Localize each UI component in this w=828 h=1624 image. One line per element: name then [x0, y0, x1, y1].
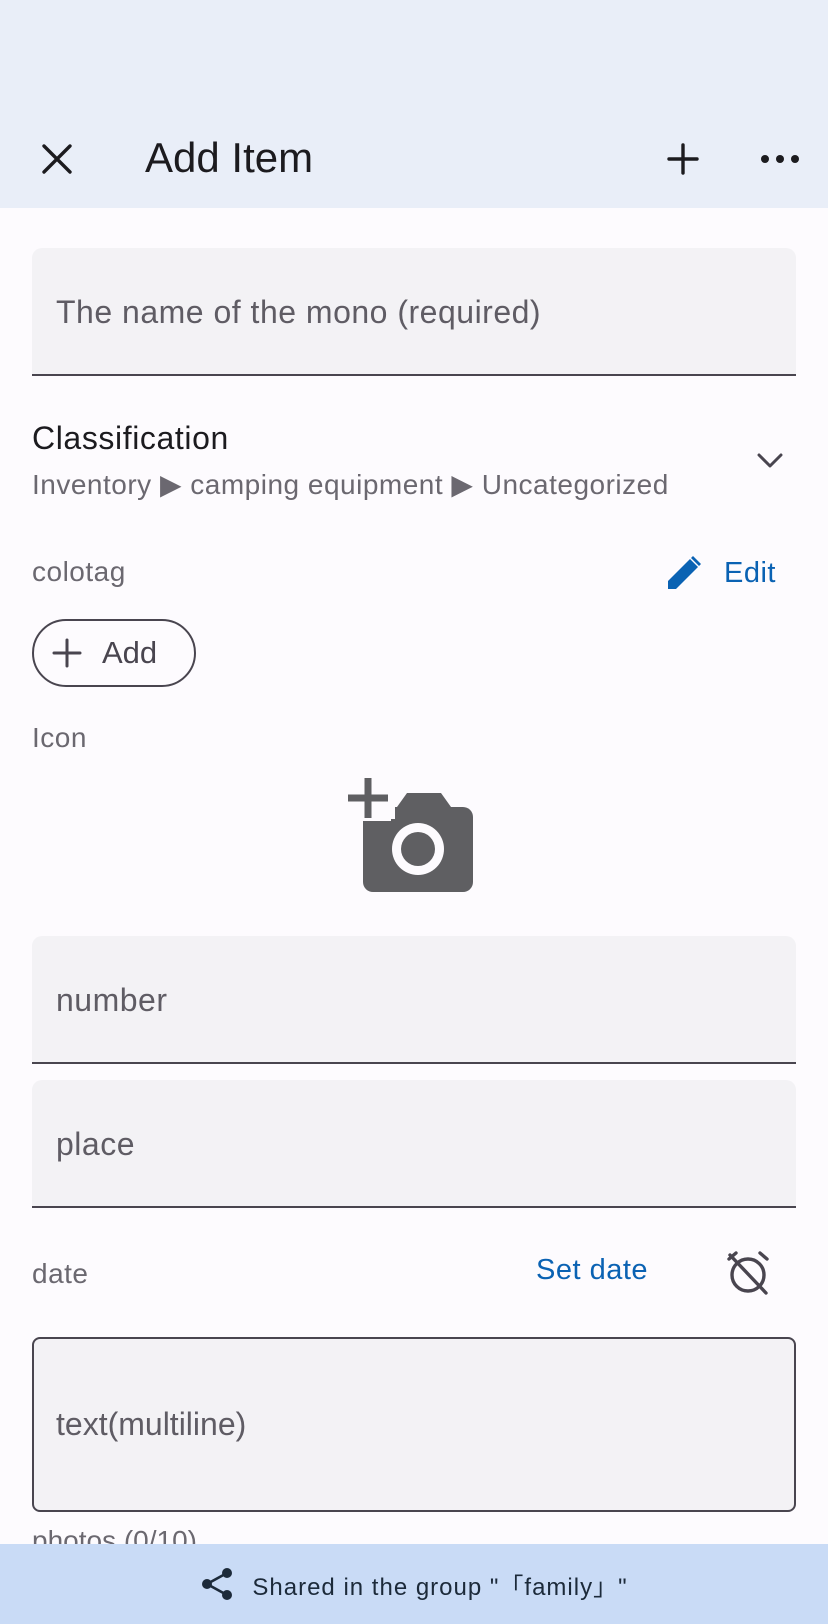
add-colotag-chip[interactable]: Add	[32, 619, 196, 687]
share-status-bar[interactable]: Shared in the group "「family」"	[0, 1544, 828, 1624]
icon-label: Icon	[32, 722, 87, 753]
number-field-placeholder: number	[56, 981, 168, 1018]
share-status-text: Shared in the group "「family」"	[252, 1573, 628, 1601]
classification-selector[interactable]: Classification Inventory ▶ camping equip…	[32, 416, 796, 506]
classification-heading: Classification	[32, 420, 229, 456]
plus-icon	[52, 638, 82, 668]
status-bar-area	[0, 0, 828, 110]
place-field-placeholder: place	[56, 1125, 135, 1162]
colotag-edit-button[interactable]: Edit	[664, 548, 776, 598]
name-field[interactable]: The name of the mono (required)	[32, 248, 796, 376]
alarm-off-icon[interactable]	[725, 1250, 771, 1296]
add-photo-camera-icon[interactable]	[345, 775, 475, 895]
date-label: date	[32, 1258, 89, 1289]
close-button[interactable]	[32, 134, 82, 184]
number-field[interactable]: number	[32, 936, 796, 1064]
plus-icon	[667, 143, 699, 175]
edit-label: Edit	[724, 556, 776, 589]
pencil-icon	[668, 556, 701, 589]
colotag-label: colotag	[32, 556, 126, 587]
add-button[interactable]	[658, 134, 708, 184]
page-title: Add Item	[145, 134, 314, 181]
text-multiline-field[interactable]: text(multiline)	[32, 1337, 796, 1512]
top-app-bar: Add Item	[0, 110, 828, 208]
share-icon	[202, 1568, 233, 1600]
chevron-down-icon	[757, 453, 783, 468]
close-icon	[42, 144, 72, 174]
text-field-placeholder: text(multiline)	[56, 1406, 247, 1442]
classification-path: Inventory ▶ camping equipment ▶ Uncatego…	[32, 469, 669, 500]
more-options-button[interactable]	[755, 134, 805, 184]
set-date-button[interactable]: Set date	[536, 1254, 648, 1287]
name-field-placeholder: The name of the mono (required)	[56, 293, 542, 330]
more-horizontal-icon	[761, 155, 799, 163]
place-field[interactable]: place	[32, 1080, 796, 1208]
add-chip-label: Add	[102, 635, 158, 670]
